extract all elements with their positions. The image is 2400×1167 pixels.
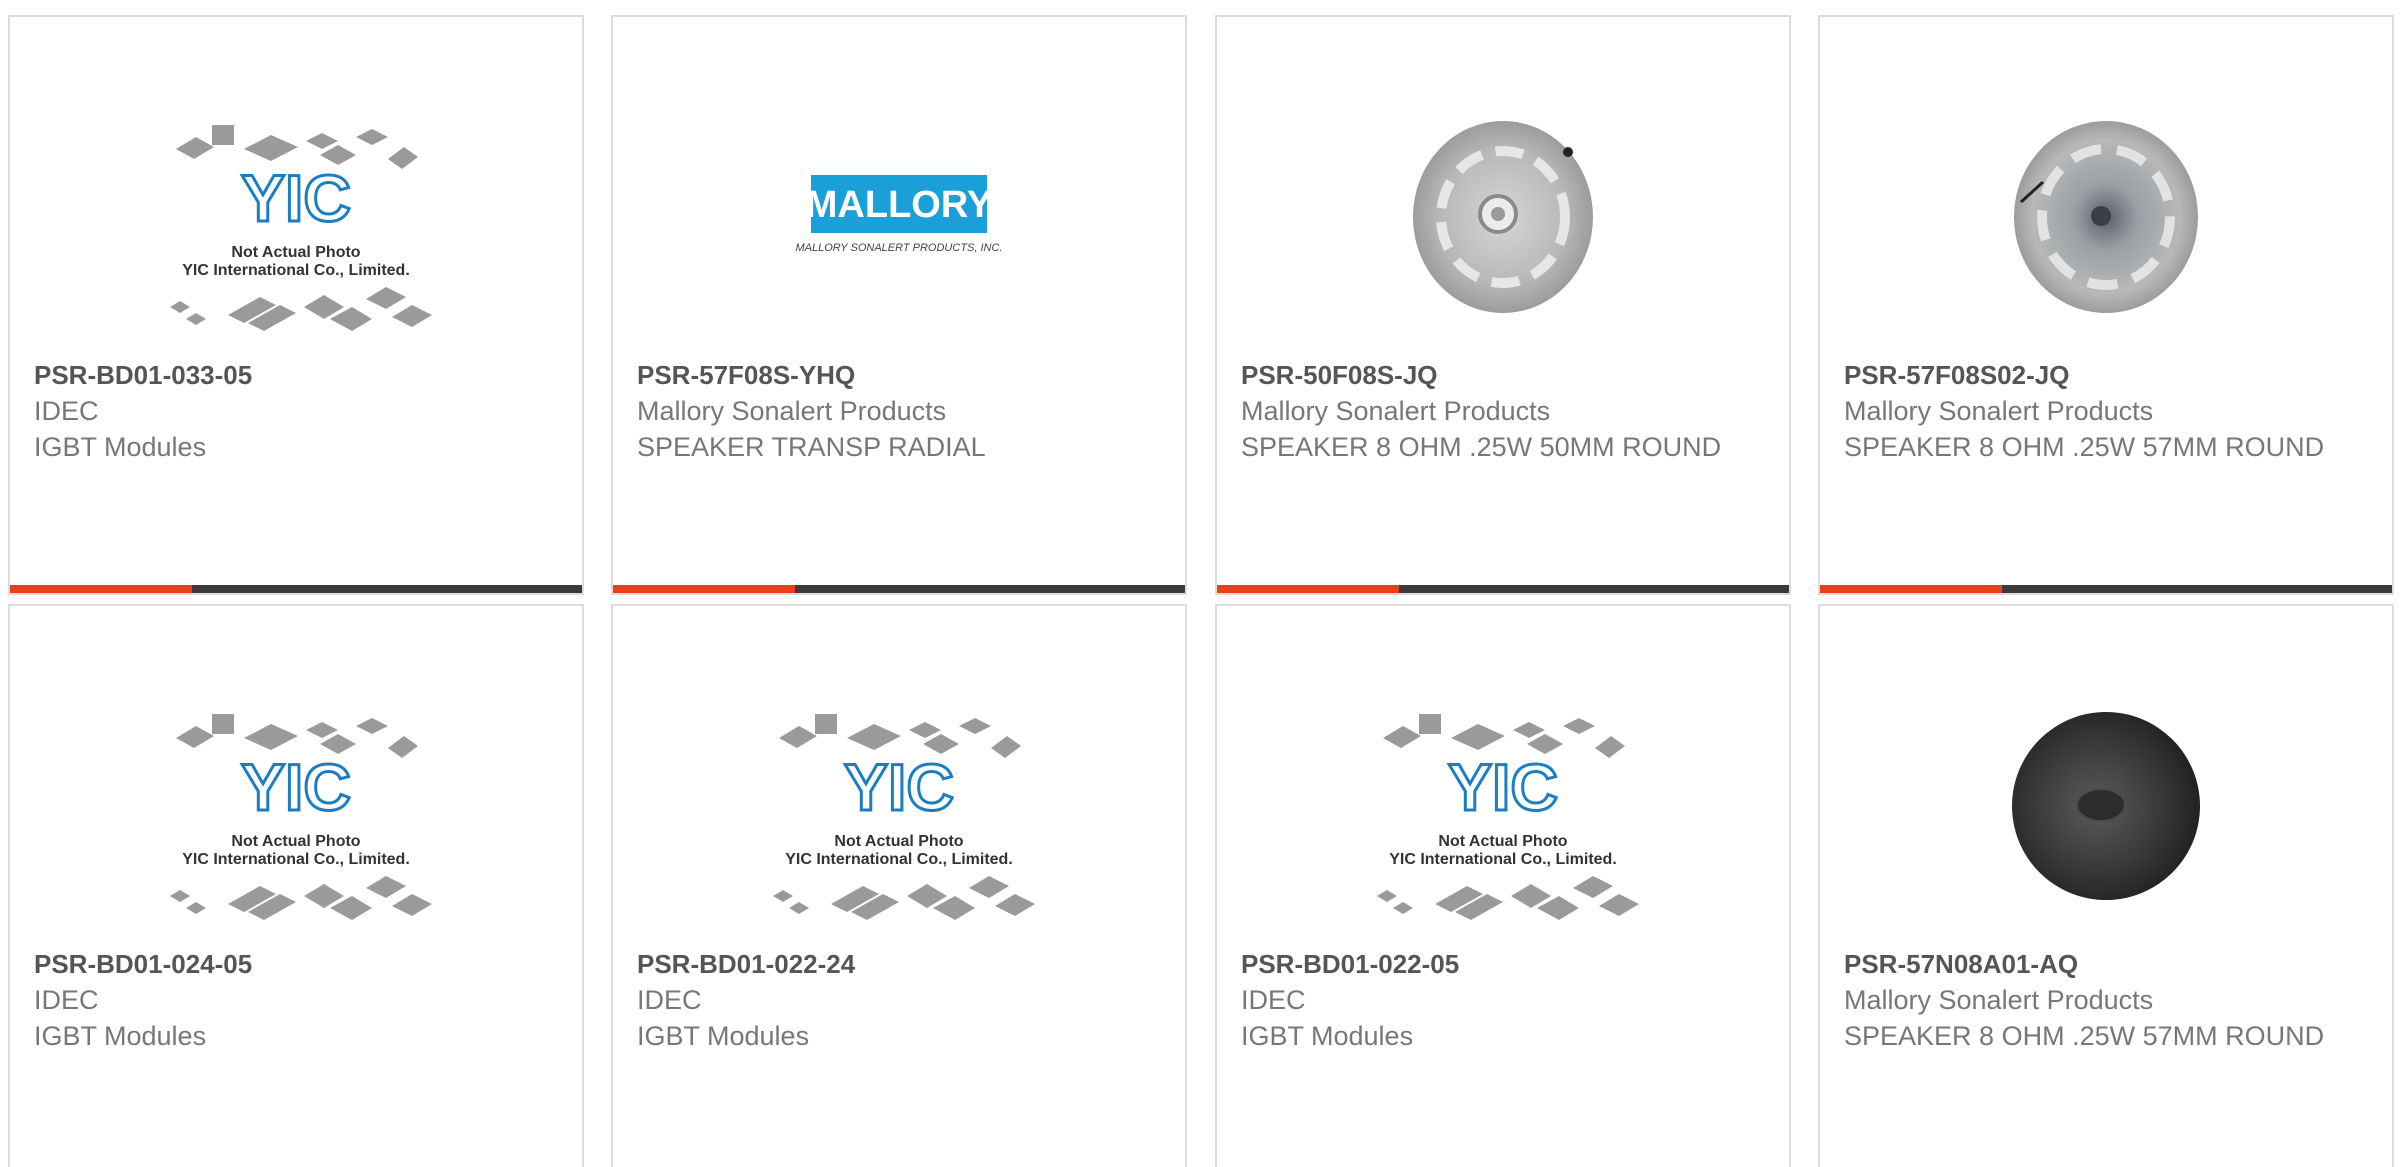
svg-text:YIC International Co., Limited: YIC International Co., Limited. xyxy=(1389,851,1617,868)
yic-placeholder-image: YIC Not Actual Photo YIC International C… xyxy=(170,125,432,331)
product-card[interactable]: YIC Not Actual Photo YIC International C… xyxy=(611,604,1187,1167)
product-card[interactable]: YIC Not Actual Photo YIC International C… xyxy=(8,604,584,1167)
transparent-speaker-image xyxy=(2014,121,2198,313)
manufacturer-name: Mallory Sonalert Products xyxy=(637,396,947,426)
product-description: SPEAKER TRANSP RADIAL xyxy=(637,432,986,462)
black-speaker-image xyxy=(2012,712,2200,900)
product-image: YIC Not Actual Photo YIC International C… xyxy=(10,686,582,926)
svg-text:YIC International Co., Limited: YIC International Co., Limited. xyxy=(182,851,410,868)
manufacturer-name: Mallory Sonalert Products xyxy=(1844,985,2154,1015)
part-number-link[interactable]: PSR-BD01-024-05 xyxy=(34,946,558,982)
part-number-link[interactable]: PSR-50F08S-JQ xyxy=(1241,357,1765,393)
product-image xyxy=(1820,97,2392,337)
manufacturer-name: Mallory Sonalert Products xyxy=(1844,396,2154,426)
svg-text:Not Actual Photo: Not Actual Photo xyxy=(231,833,360,850)
part-number-link[interactable]: PSR-57F08S02-JQ xyxy=(1844,357,2368,393)
part-number-link[interactable]: PSR-BD01-022-24 xyxy=(637,946,1161,982)
svg-text:Not Actual Photo: Not Actual Photo xyxy=(834,833,963,850)
manufacturer-name: IDEC xyxy=(637,985,702,1015)
product-grid: YIC Not Actual Photo YIC International C… xyxy=(0,0,2400,1167)
svg-text:Not Actual Photo: Not Actual Photo xyxy=(1438,833,1567,850)
mallory-logo-image: MALLORY MALLORY SONALERT PRODUCTS, INC. xyxy=(795,175,1003,254)
card-accent-bar xyxy=(613,585,1185,593)
product-image: YIC Not Actual Photo YIC International C… xyxy=(10,97,582,337)
manufacturer-name: IDEC xyxy=(1241,985,1306,1015)
product-description: SPEAKER 8 OHM .25W 57MM ROUND xyxy=(1844,1021,2325,1051)
manufacturer-name: IDEC xyxy=(34,396,99,426)
transparent-speaker-image xyxy=(1413,121,1593,313)
svg-text:YIC International Co., Limited: YIC International Co., Limited. xyxy=(182,262,410,279)
product-image xyxy=(1820,686,2392,926)
product-description: IGBT Modules xyxy=(34,432,207,462)
product-image: YIC Not Actual Photo YIC International C… xyxy=(1217,686,1789,926)
svg-text:YIC: YIC xyxy=(241,161,351,235)
svg-text:YIC: YIC xyxy=(1448,750,1558,824)
product-card[interactable]: YIC Not Actual Photo YIC International C… xyxy=(8,15,584,595)
part-number-link[interactable]: PSR-BD01-033-05 xyxy=(34,357,558,393)
product-card[interactable]: MALLORY MALLORY SONALERT PRODUCTS, INC. … xyxy=(611,15,1187,595)
manufacturer-name: Mallory Sonalert Products xyxy=(1241,396,1551,426)
svg-text:YIC International Co., Limited: YIC International Co., Limited. xyxy=(785,851,1013,868)
product-image: YIC Not Actual Photo YIC International C… xyxy=(613,686,1185,926)
card-accent-bar xyxy=(10,585,582,593)
card-accent-bar xyxy=(1217,585,1789,593)
svg-text:MALLORY: MALLORY xyxy=(806,184,992,226)
product-description: SPEAKER 8 OHM .25W 50MM ROUND xyxy=(1241,432,1722,462)
product-description: IGBT Modules xyxy=(1241,1021,1414,1051)
product-card[interactable]: PSR-57N08A01-AQ Mallory Sonalert Product… xyxy=(1818,604,2394,1167)
svg-text:MALLORY SONALERT PRODUCTS, INC: MALLORY SONALERT PRODUCTS, INC. xyxy=(795,242,1002,254)
card-accent-bar xyxy=(1820,585,2392,593)
product-description: IGBT Modules xyxy=(637,1021,810,1051)
product-card[interactable]: PSR-50F08S-JQ Mallory Sonalert Products … xyxy=(1215,15,1791,595)
svg-text:YIC: YIC xyxy=(844,750,954,824)
part-number-link[interactable]: PSR-57F08S-YHQ xyxy=(637,357,1161,393)
yic-placeholder-image: YIC Not Actual Photo YIC International C… xyxy=(773,714,1035,920)
product-description: IGBT Modules xyxy=(34,1021,207,1051)
part-number-link[interactable]: PSR-BD01-022-05 xyxy=(1241,946,1765,982)
product-card[interactable]: PSR-57F08S02-JQ Mallory Sonalert Product… xyxy=(1818,15,2394,595)
product-image: MALLORY MALLORY SONALERT PRODUCTS, INC. xyxy=(613,97,1185,337)
manufacturer-name: IDEC xyxy=(34,985,99,1015)
yic-placeholder-image: YIC Not Actual Photo YIC International C… xyxy=(170,714,432,920)
product-description: SPEAKER 8 OHM .25W 57MM ROUND xyxy=(1844,432,2325,462)
product-image xyxy=(1217,97,1789,337)
yic-placeholder-image: YIC Not Actual Photo YIC International C… xyxy=(1377,714,1639,920)
svg-text:YIC: YIC xyxy=(241,750,351,824)
part-number-link[interactable]: PSR-57N08A01-AQ xyxy=(1844,946,2368,982)
svg-text:Not Actual Photo: Not Actual Photo xyxy=(231,244,360,261)
product-card[interactable]: YIC Not Actual Photo YIC International C… xyxy=(1215,604,1791,1167)
